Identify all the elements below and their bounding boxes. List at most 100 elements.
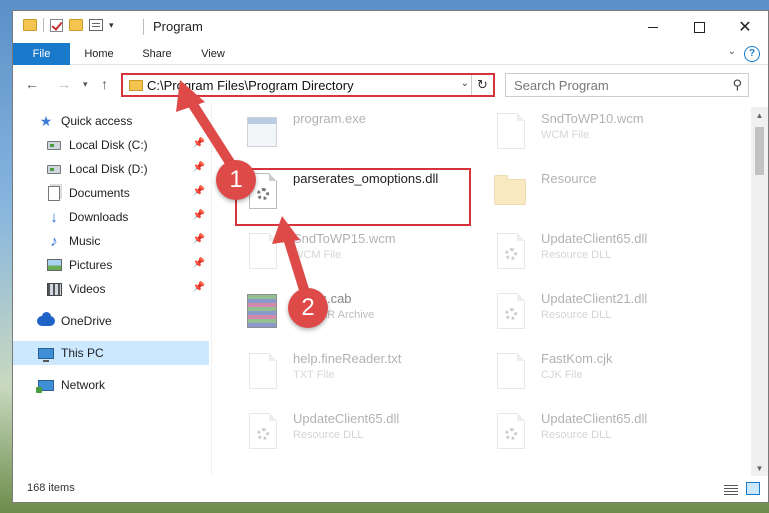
up-arrow-icon[interactable]: ↑ — [101, 76, 108, 92]
callout-badge-two: 2 — [288, 288, 328, 328]
sidebar-item-label: This PC — [61, 346, 104, 360]
computer-icon — [37, 345, 55, 362]
callout-badge-one: 1 — [216, 160, 256, 200]
file-name: SndToWP15.wcm — [293, 231, 396, 246]
title-bar: ▾ Program ✕ — [13, 11, 768, 43]
list-item[interactable]: Rates.cab WinRAR Archive — [233, 285, 473, 337]
dll-icon — [245, 411, 279, 451]
list-item[interactable]: UpdateClient65.dll Resource DLL — [481, 225, 721, 277]
sidebar-item-label: Downloads — [69, 210, 129, 224]
scroll-thumb[interactable] — [755, 127, 764, 175]
search-box[interactable]: Search Program ⚲ — [505, 73, 749, 97]
window-controls: ✕ — [630, 11, 768, 43]
dll-icon — [493, 291, 527, 331]
sidebar-item-onedrive[interactable]: OneDrive — [13, 309, 209, 333]
sidebar-item-network[interactable]: Network — [13, 373, 209, 397]
vertical-scrollbar[interactable]: ▲ ▼ — [751, 107, 768, 477]
sidebar-item-downloads[interactable]: ↓ Downloads 📌 — [13, 205, 209, 229]
tab-home[interactable]: Home — [77, 43, 121, 65]
list-item[interactable]: SndToWP15.wcm WCM File — [233, 225, 473, 277]
file-type: Resource DLL — [293, 429, 364, 441]
recent-locations-chevron-icon[interactable]: ▾ — [83, 79, 88, 90]
quick-access-toolbar: ▾ — [23, 18, 114, 32]
file-name: SndToWP10.wcm — [541, 111, 644, 126]
new-folder-icon[interactable] — [69, 19, 83, 31]
file-type: Resource DLL — [541, 309, 612, 321]
sidebar-item-label: Videos — [69, 282, 106, 296]
toolbar-separator — [43, 18, 44, 32]
scroll-down-icon[interactable]: ▼ — [751, 460, 768, 477]
help-button[interactable]: ? — [744, 46, 760, 62]
pin-icon[interactable]: 📌 — [193, 138, 205, 149]
details-view-icon[interactable] — [724, 483, 738, 495]
sidebar-item-documents[interactable]: Documents 📌 — [13, 181, 209, 205]
file-type: Resource DLL — [541, 429, 612, 441]
list-item[interactable]: UpdateClient65.dll Resource DLL — [481, 405, 721, 457]
sidebar-item-this-pc[interactable]: This PC — [13, 341, 209, 365]
star-icon: ★ — [39, 112, 53, 129]
onedrive-icon — [37, 312, 55, 329]
drive-icon — [45, 137, 63, 153]
folder-icon — [493, 171, 527, 211]
sidebar-item-music[interactable]: ♪ Music 📌 — [13, 229, 209, 253]
pin-icon[interactable]: 📌 — [193, 210, 205, 221]
pin-icon[interactable]: 📌 — [193, 186, 205, 197]
file-name: Resource — [541, 171, 597, 186]
properties-icon[interactable] — [89, 19, 103, 31]
sidebar-item-local-disk-d[interactable]: Local Disk (D:) 📌 — [13, 157, 209, 181]
expand-ribbon-chevron-icon[interactable]: ⌄ — [728, 46, 736, 57]
pictures-icon — [45, 257, 63, 273]
exe-icon — [245, 111, 279, 151]
folder-icon[interactable] — [23, 19, 37, 31]
search-icon[interactable]: ⚲ — [732, 77, 742, 93]
sidebar-item-label: Music — [69, 234, 101, 248]
explorer-window: ▾ Program ✕ File Home Share View ⌄ ? ← →… — [12, 10, 769, 503]
search-input[interactable]: Search Program — [514, 78, 609, 93]
dll-icon — [493, 231, 527, 271]
sidebar-item-label: Local Disk (C:) — [69, 138, 148, 152]
drive-icon — [45, 161, 63, 177]
item-count: 168 items — [27, 482, 75, 494]
tab-share[interactable]: Share — [135, 43, 179, 65]
close-button[interactable]: ✕ — [722, 11, 768, 43]
maximize-button[interactable] — [676, 11, 722, 43]
tab-file[interactable]: File — [13, 43, 70, 65]
address-bar[interactable]: C:\Program Files\Program Directory ⌄ ↻ — [121, 73, 495, 97]
ribbon-tabs: File Home Share View ⌄ ? — [13, 43, 768, 65]
forward-arrow-icon[interactable]: → — [57, 76, 71, 92]
sidebar-item-pictures[interactable]: Pictures 📌 — [13, 253, 209, 277]
tab-view[interactable]: View — [191, 43, 235, 65]
large-icons-view-icon[interactable] — [746, 482, 760, 495]
minimize-button[interactable] — [630, 11, 676, 43]
list-item[interactable]: help.fineReader.txt TXT File — [233, 345, 473, 397]
pin-icon[interactable]: 📌 — [193, 162, 205, 173]
list-item[interactable]: UpdateClient21.dll Resource DLL — [481, 285, 721, 337]
highlight-box — [235, 168, 471, 226]
customize-toolbar-chevron-icon[interactable]: ▾ — [109, 20, 114, 31]
sidebar-item-label: Local Disk (D:) — [69, 162, 148, 176]
address-path[interactable]: C:\Program Files\Program Directory — [147, 78, 354, 93]
document-icon — [493, 111, 527, 151]
sidebar-item-label: Quick access — [61, 114, 133, 128]
sidebar-item-videos[interactable]: Videos 📌 — [13, 277, 209, 301]
download-icon: ↓ — [50, 208, 58, 226]
list-item[interactable]: SndToWP10.wcm WCM File — [481, 105, 721, 157]
file-name: UpdateClient65.dll — [541, 231, 648, 246]
properties-check-icon[interactable] — [50, 18, 63, 32]
navigation-bar: ← → ▾ ↑ C:\Program Files\Program Directo… — [13, 67, 768, 101]
list-item[interactable]: UpdateClient65.dll Resource DLL — [233, 405, 473, 457]
network-icon — [36, 377, 55, 393]
sidebar-item-local-disk-c[interactable]: Local Disk (C:) 📌 — [13, 133, 209, 157]
pin-icon[interactable]: 📌 — [193, 234, 205, 245]
scroll-up-icon[interactable]: ▲ — [751, 107, 768, 124]
list-item[interactable]: program.exe — [233, 105, 473, 157]
address-dropdown-chevron-icon[interactable]: ⌄ — [461, 78, 469, 89]
pin-icon[interactable]: 📌 — [193, 282, 205, 293]
list-item[interactable]: FastKom.cjk CJK File — [481, 345, 721, 397]
back-arrow-icon[interactable]: ← — [25, 76, 39, 92]
pane-divider[interactable] — [211, 103, 212, 477]
refresh-icon[interactable]: ↻ — [471, 75, 493, 95]
pin-icon[interactable]: 📌 — [193, 258, 205, 269]
sidebar-item-quick-access[interactable]: ★ Quick access — [13, 109, 209, 133]
list-item[interactable]: Resource — [481, 165, 721, 217]
